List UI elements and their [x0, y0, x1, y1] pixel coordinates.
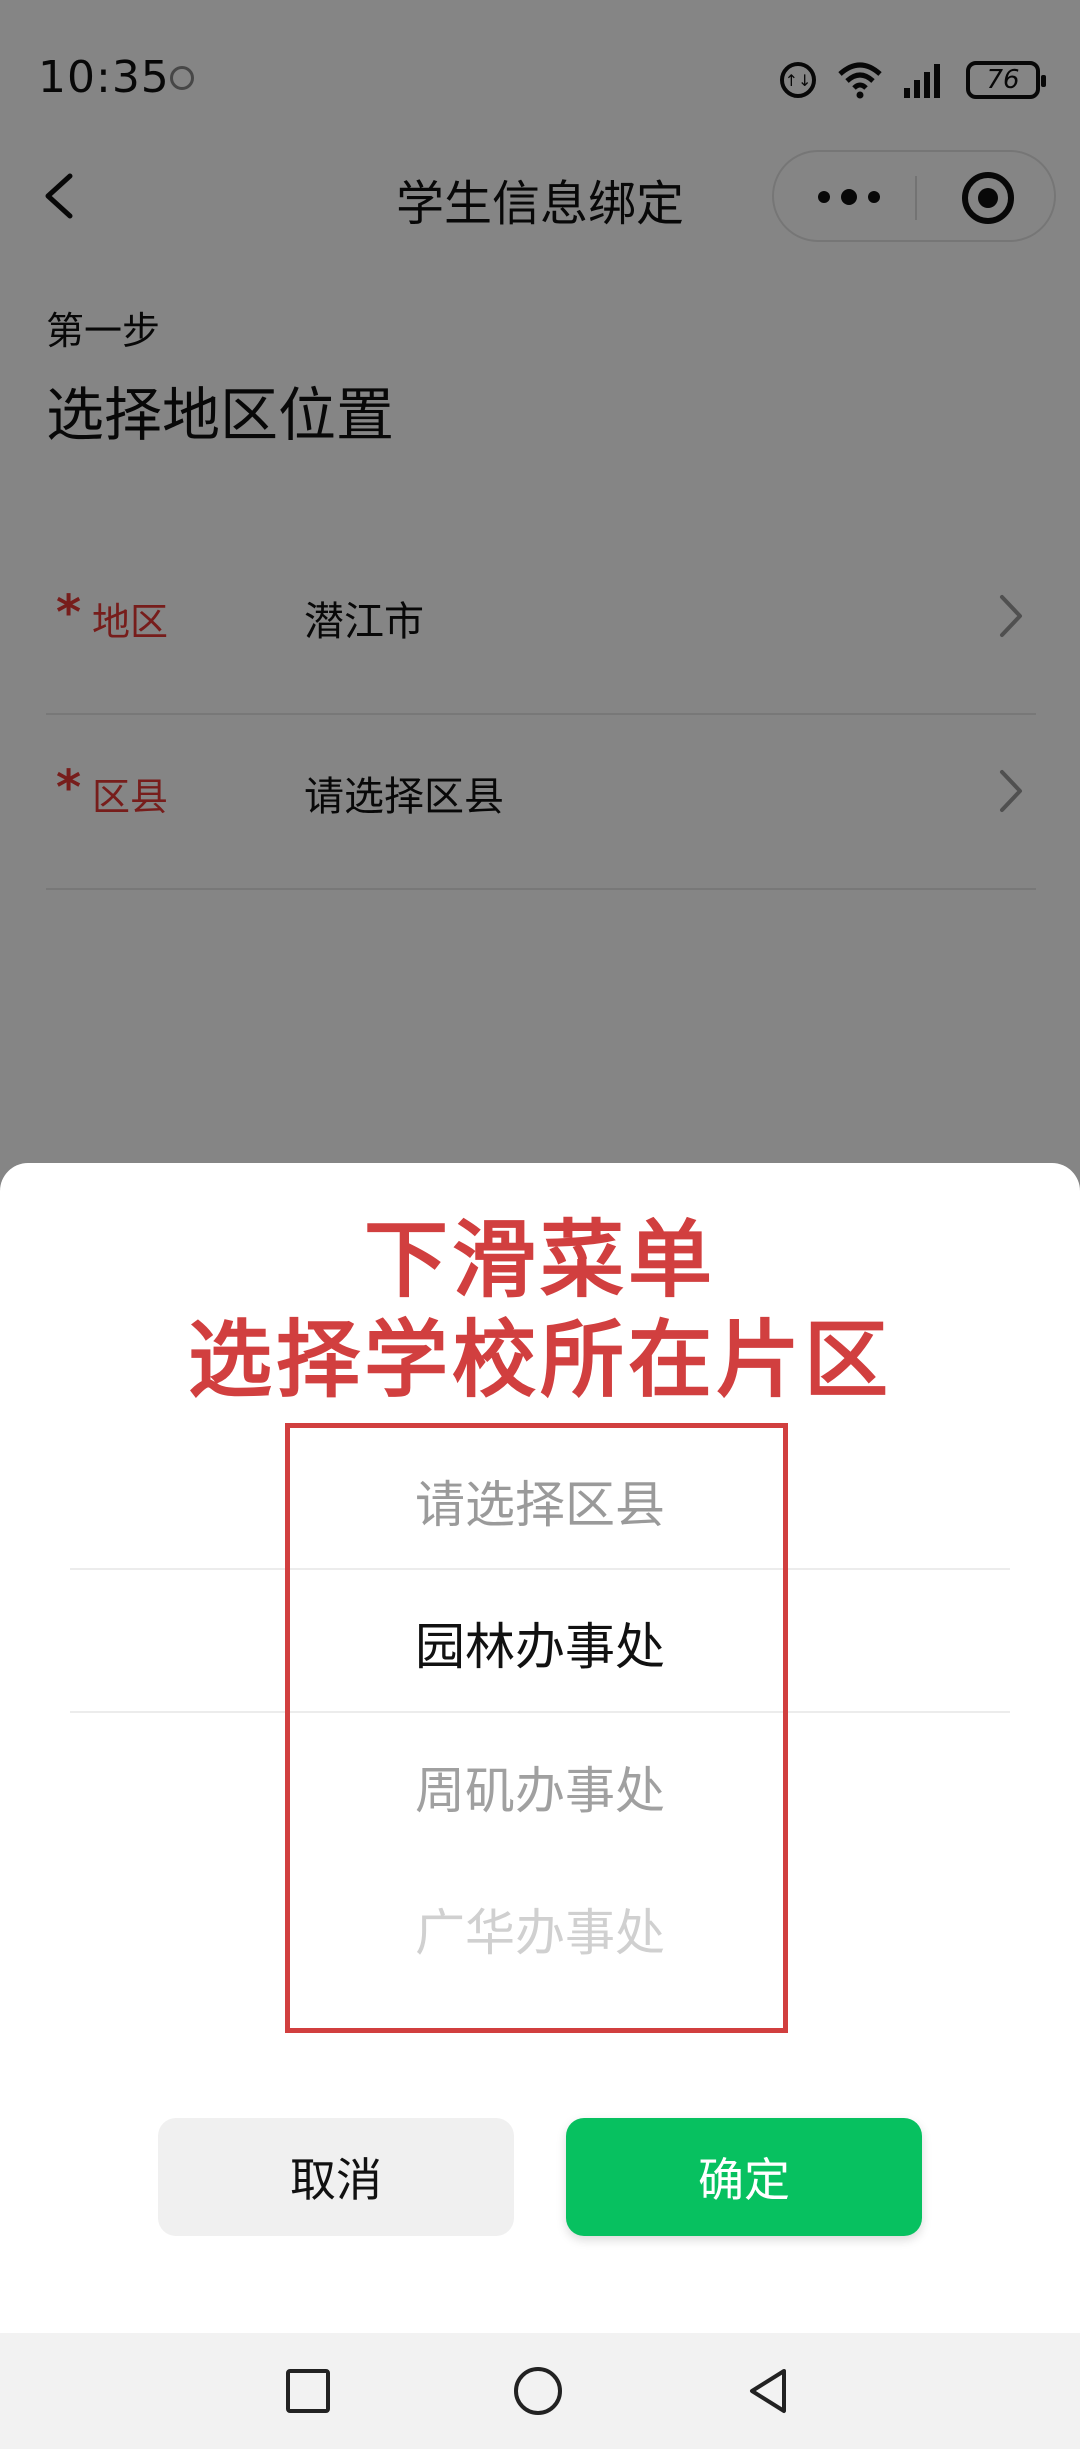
picker-sheet: 下滑菜单 选择学校所在片区 请选择区县 园林办事处 周矶办事处 广华办事处 取消… [0, 1163, 1080, 2333]
annotation-line-2: 选择学校所在片区 [187, 1311, 892, 1409]
back-triangle-icon[interactable] [742, 2365, 794, 2417]
annotation-highlight-box [285, 1423, 788, 2033]
confirm-button[interactable]: 确定 [566, 2118, 922, 2236]
system-nav-bar [0, 2333, 1080, 2449]
recent-apps-square-icon[interactable] [282, 2365, 334, 2417]
cancel-button[interactable]: 取消 [158, 2118, 514, 2236]
home-circle-icon[interactable] [512, 2365, 564, 2417]
